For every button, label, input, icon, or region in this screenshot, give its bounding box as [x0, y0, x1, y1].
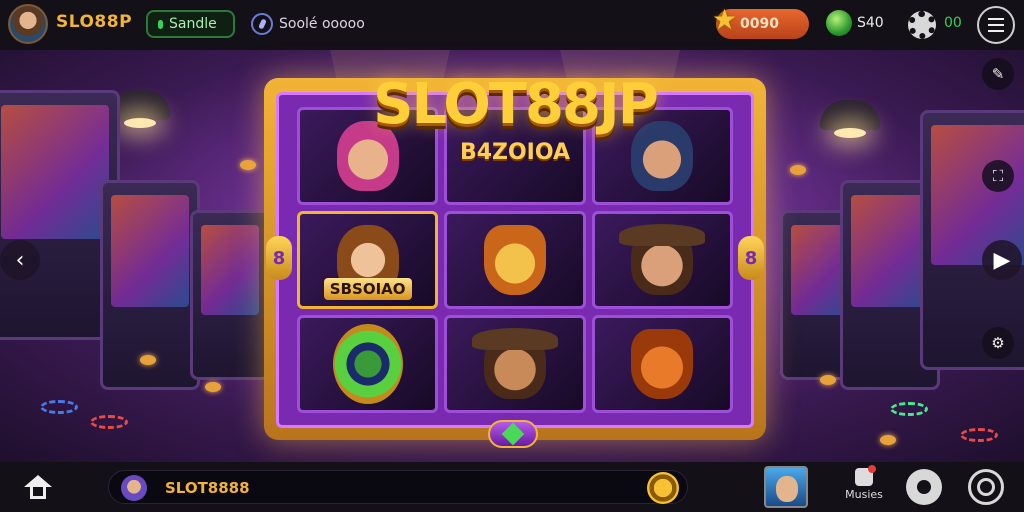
- flying-coin: [790, 165, 806, 175]
- play-icon: ▶: [993, 247, 1011, 273]
- record-button[interactable]: [968, 469, 1004, 505]
- coin-balance-value: 0090: [740, 16, 779, 32]
- side-gem-left: 8: [266, 236, 292, 280]
- wand-icon: ✎: [991, 65, 1005, 83]
- flying-coin: [240, 160, 256, 170]
- reel-symbol: [444, 315, 586, 413]
- music-button[interactable]: Musies: [842, 465, 886, 508]
- music-icon: [855, 465, 876, 486]
- reel-symbol: [591, 211, 733, 309]
- game-title-logo: SLOT88JP: [373, 72, 659, 137]
- mode-toggle-button[interactable]: Sandle: [146, 10, 235, 38]
- previous-arrow-button[interactable]: ‹: [0, 240, 40, 280]
- reel-symbol: [444, 211, 586, 309]
- fullscreen-button[interactable]: ⛶: [982, 160, 1014, 192]
- player-name: SLOT8888: [165, 479, 250, 497]
- star-icon: ★: [712, 3, 738, 36]
- search-button[interactable]: Soolé ooooo: [251, 10, 365, 38]
- settings-side-button[interactable]: ⚙: [982, 327, 1014, 359]
- home-button[interactable]: [22, 472, 54, 502]
- reel-symbol: [297, 315, 439, 413]
- flying-coin: [880, 435, 896, 445]
- player-bar[interactable]: SLOT8888: [108, 470, 688, 504]
- player-avatar: [121, 475, 147, 501]
- bottom-gem-ornament: [488, 420, 538, 448]
- diamond-icon: [501, 422, 525, 446]
- friends-button[interactable]: [906, 469, 942, 505]
- reel-label-left: SBSOIAO: [300, 278, 435, 300]
- flying-coin: [205, 382, 221, 392]
- status-dot-icon: [158, 19, 163, 29]
- gem-icon: [826, 10, 852, 36]
- gem-balance-value: S40: [857, 15, 884, 31]
- menu-button[interactable]: [977, 6, 1015, 44]
- brand-logo: SLO88P: [56, 12, 133, 32]
- poker-chip: [890, 402, 928, 416]
- search-label: Soolé ooooo: [279, 16, 365, 32]
- home-icon: [24, 475, 52, 487]
- settings-count: 00: [944, 15, 962, 31]
- chevron-left-icon: ‹: [15, 247, 25, 273]
- character-thumbnail-button[interactable]: [764, 466, 808, 508]
- side-gem-right: 8: [738, 236, 764, 280]
- reel-grid: B4ZOIOA SBSOIAO: [297, 107, 733, 413]
- ceiling-lamp: [820, 100, 880, 138]
- flying-coin: [820, 375, 836, 385]
- gear-icon: ⚙: [991, 334, 1005, 352]
- profile-avatar[interactable]: [8, 4, 48, 44]
- next-arrow-button[interactable]: ▶: [982, 240, 1022, 280]
- reel-symbol: [591, 315, 733, 413]
- record-icon: [977, 478, 995, 496]
- spin-button[interactable]: [647, 472, 679, 504]
- poker-chip: [40, 400, 78, 414]
- edit-button[interactable]: ✎: [982, 58, 1014, 90]
- flying-coin: [140, 355, 156, 365]
- gear-icon[interactable]: [908, 11, 936, 39]
- music-label: Musies: [845, 488, 883, 501]
- bottom-bar: SLOT8888 Musies: [0, 462, 1024, 512]
- poker-chip: [90, 415, 128, 429]
- mode-toggle-label: Sandle: [169, 16, 217, 32]
- menu-icon: [988, 18, 1004, 20]
- arcade-cabinet: [190, 210, 270, 380]
- poker-chip: [960, 428, 998, 442]
- fullscreen-icon: ⛶: [992, 167, 1004, 185]
- top-bar: SLO88P Sandle Soolé ooooo 0090 ★ S40 00: [0, 0, 1024, 50]
- reel-symbol: SBSOIAO: [297, 211, 439, 309]
- q-symbol-icon: [332, 324, 403, 404]
- people-icon: [917, 480, 931, 494]
- search-icon: [251, 13, 273, 35]
